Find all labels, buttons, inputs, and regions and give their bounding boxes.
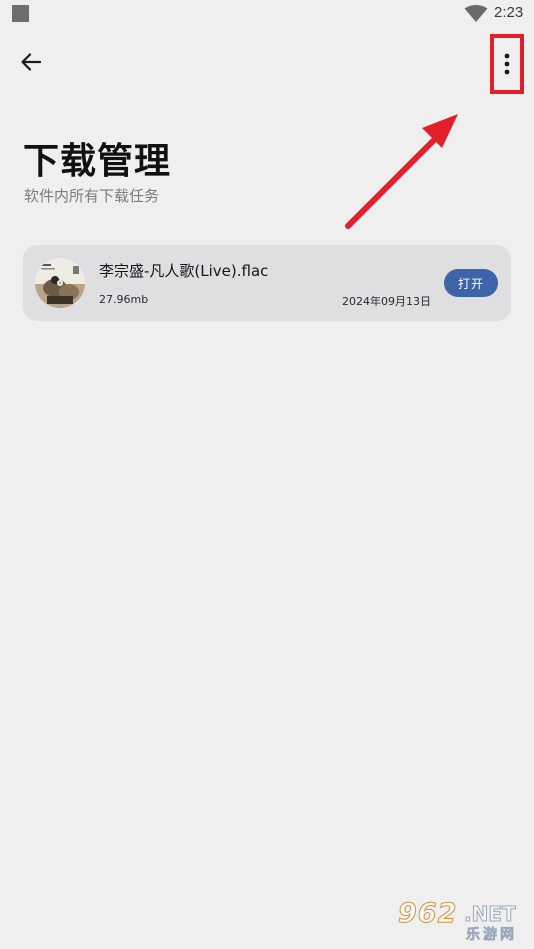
page-title: 下载管理 xyxy=(23,141,172,182)
notification-square-icon xyxy=(12,5,29,22)
watermark-number: 962 xyxy=(397,898,458,930)
watermark-cn: 乐游网 xyxy=(466,927,517,944)
arrow-left-icon xyxy=(21,53,41,71)
wifi-icon xyxy=(464,5,488,22)
more-vert-icon xyxy=(504,53,510,75)
more-options-button[interactable] xyxy=(490,34,524,94)
page-subtitle: 软件内所有下载任务 xyxy=(24,187,160,205)
watermark-suffix: .NET xyxy=(464,902,517,927)
status-time: 2:23 xyxy=(494,4,524,21)
back-button[interactable] xyxy=(14,46,48,78)
open-button[interactable]: 打开 xyxy=(444,269,498,297)
file-size: 27.96mb xyxy=(99,293,149,306)
annotation-arrow-icon xyxy=(345,114,458,229)
status-bar: 2:23 xyxy=(0,0,534,28)
download-list-item[interactable]: 李宗盛-凡人歌(Live).flac 27.96mb 2024年09月13日 打… xyxy=(23,245,511,321)
file-name: 李宗盛-凡人歌(Live).flac xyxy=(99,262,269,280)
album-art xyxy=(35,258,85,308)
file-date: 2024年09月13日 xyxy=(342,295,431,308)
site-watermark-logo: 962 .NET 乐游网 xyxy=(394,898,528,944)
